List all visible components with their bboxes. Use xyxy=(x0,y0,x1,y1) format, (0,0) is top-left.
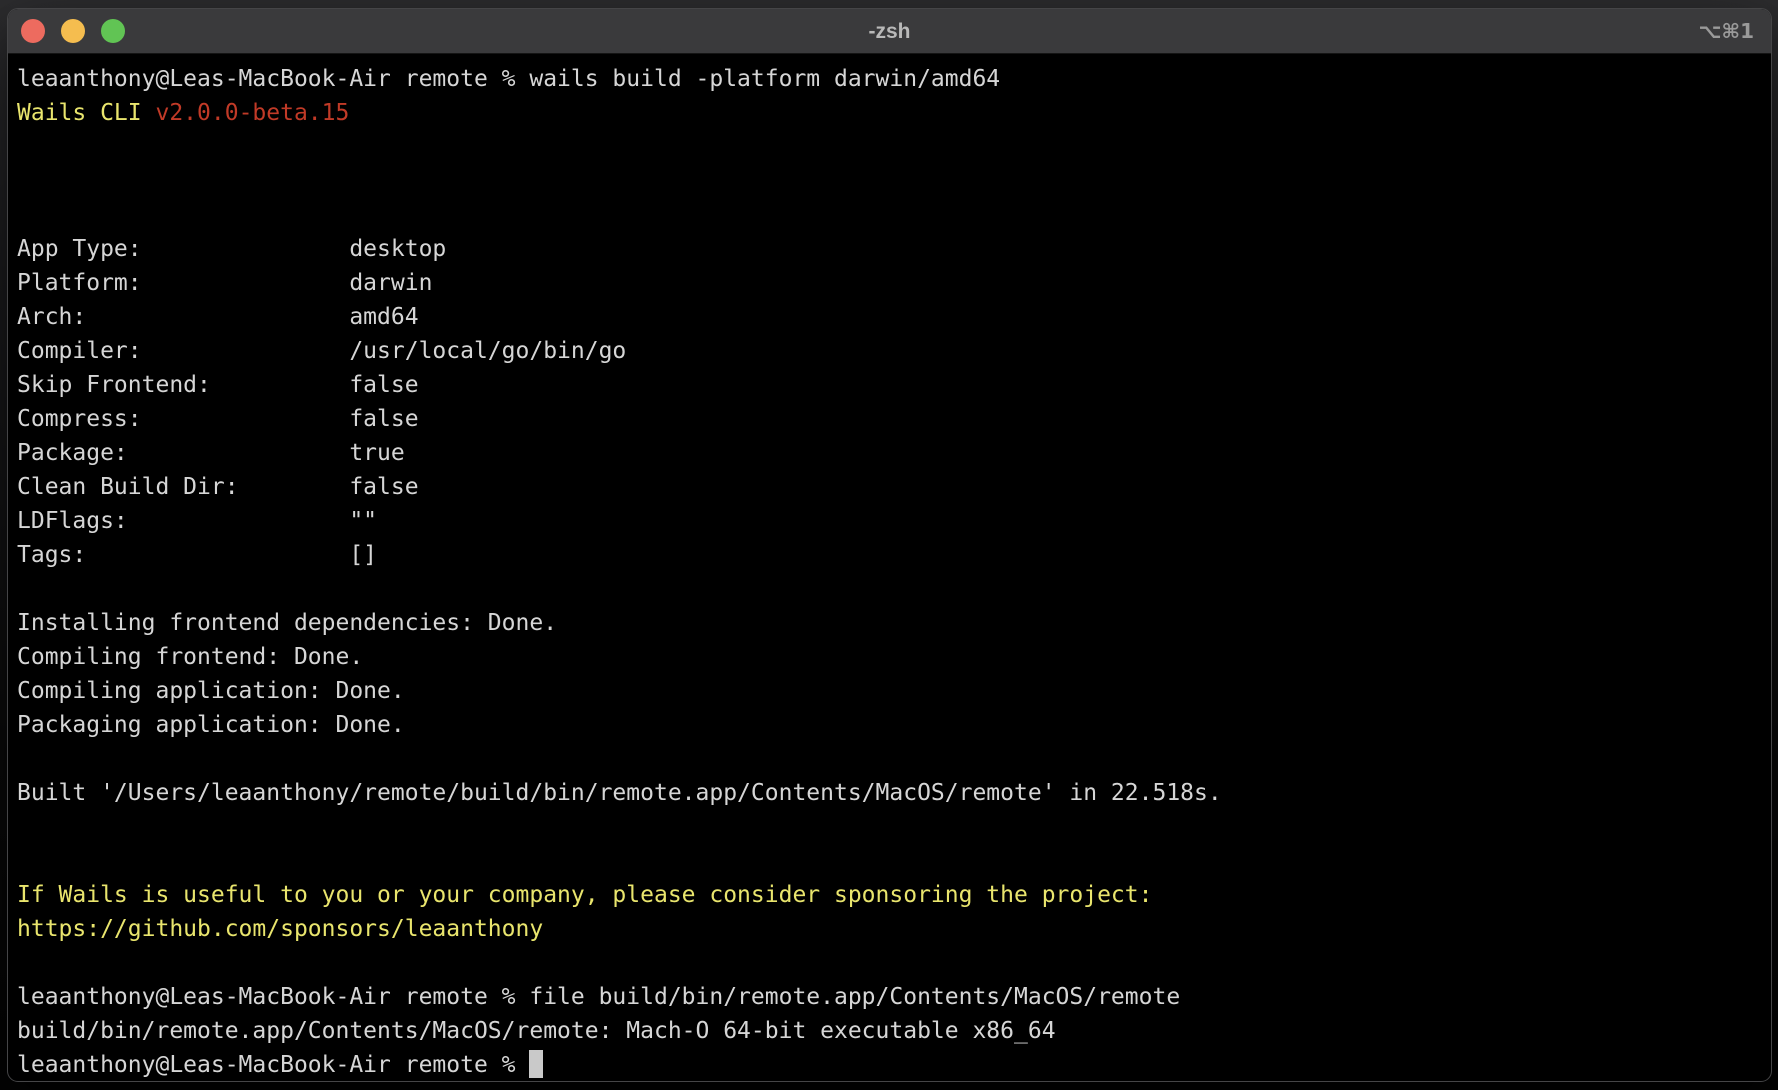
window-shortcut-badge: ⌥⌘1 xyxy=(1698,9,1754,54)
terminal-line: LDFlags: "" xyxy=(17,504,1761,538)
terminal-line: Installing frontend dependencies: Done. xyxy=(17,606,1761,640)
terminal-text-segment: Tags: [] xyxy=(17,542,377,568)
traffic-lights xyxy=(21,19,125,43)
terminal-line: Compress: false xyxy=(17,402,1761,436)
terminal-line: Compiling application: Done. xyxy=(17,674,1761,708)
terminal-text-segment: Package: true xyxy=(17,440,405,466)
terminal-line: Arch: amd64 xyxy=(17,300,1761,334)
terminal-line: Packaging application: Done. xyxy=(17,708,1761,742)
terminal-line: leaanthony@Leas-MacBook-Air remote % fil… xyxy=(17,980,1761,1014)
terminal-text-segment: leaanthony@Leas-MacBook-Air remote % wai… xyxy=(17,66,1000,92)
terminal-line xyxy=(17,572,1761,606)
terminal-text-segment: Wails CLI xyxy=(17,100,155,126)
terminal-text-segment: Skip Frontend: false xyxy=(17,372,419,398)
terminal-line: Platform: darwin xyxy=(17,266,1761,300)
terminal-line: App Type: desktop xyxy=(17,232,1761,266)
terminal-text-segment: Packaging application: Done. xyxy=(17,712,405,738)
terminal-text-segment: Clean Build Dir: false xyxy=(17,474,419,500)
terminal-text-segment: Platform: darwin xyxy=(17,270,432,296)
terminal-line: Wails CLI v2.0.0-beta.15 xyxy=(17,96,1761,130)
terminal-window: -zsh ⌥⌘1 leaanthony@Leas-MacBook-Air rem… xyxy=(7,8,1772,1082)
window-title: -zsh xyxy=(8,9,1771,54)
terminal-text-segment: build/bin/remote.app/Contents/MacOS/remo… xyxy=(17,1018,1056,1044)
terminal-text-segment: v2.0.0-beta.15 xyxy=(155,100,349,126)
terminal-text-segment: Arch: amd64 xyxy=(17,304,419,330)
terminal-line: build/bin/remote.app/Contents/MacOS/remo… xyxy=(17,1014,1761,1048)
terminal-text-segment: Installing frontend dependencies: Done. xyxy=(17,610,557,636)
terminal-line: Compiler: /usr/local/go/bin/go xyxy=(17,334,1761,368)
terminal-line: Built '/Users/leaanthony/remote/build/bi… xyxy=(17,776,1761,810)
terminal-line: Clean Build Dir: false xyxy=(17,470,1761,504)
terminal-cursor xyxy=(529,1050,543,1078)
terminal-line: Compiling frontend: Done. xyxy=(17,640,1761,674)
terminal-text-segment: Compiler: /usr/local/go/bin/go xyxy=(17,338,626,364)
terminal-line xyxy=(17,810,1761,844)
terminal-line: https://github.com/sponsors/leaanthony xyxy=(17,912,1761,946)
terminal-line xyxy=(17,130,1761,164)
terminal-text-segment: App Type: desktop xyxy=(17,236,446,262)
terminal-line: Skip Frontend: false xyxy=(17,368,1761,402)
terminal-line xyxy=(17,742,1761,776)
terminal-text-segment: Built '/Users/leaanthony/remote/build/bi… xyxy=(17,780,1222,806)
close-button[interactable] xyxy=(21,19,45,43)
minimize-button[interactable] xyxy=(61,19,85,43)
terminal-line: If Wails is useful to you or your compan… xyxy=(17,878,1761,912)
terminal-output[interactable]: leaanthony@Leas-MacBook-Air remote % wai… xyxy=(8,54,1771,1082)
terminal-line xyxy=(17,946,1761,980)
terminal-text-segment: If Wails is useful to you or your compan… xyxy=(17,882,1152,908)
terminal-text-segment: Compiling application: Done. xyxy=(17,678,405,704)
terminal-line xyxy=(17,164,1761,198)
terminal-text-segment: LDFlags: "" xyxy=(17,508,377,534)
zoom-button[interactable] xyxy=(101,19,125,43)
terminal-line xyxy=(17,198,1761,232)
titlebar[interactable]: -zsh ⌥⌘1 xyxy=(8,9,1771,54)
terminal-text-segment: leaanthony@Leas-MacBook-Air remote % fil… xyxy=(17,984,1180,1010)
terminal-text-segment: Compiling frontend: Done. xyxy=(17,644,363,670)
terminal-line xyxy=(17,844,1761,878)
terminal-line: leaanthony@Leas-MacBook-Air remote % wai… xyxy=(17,62,1761,96)
terminal-text-segment: https://github.com/sponsors/leaanthony xyxy=(17,916,543,942)
terminal-line: Tags: [] xyxy=(17,538,1761,572)
terminal-text-segment: leaanthony@Leas-MacBook-Air remote % xyxy=(17,1052,529,1078)
terminal-line: Package: true xyxy=(17,436,1761,470)
terminal-text-segment: Compress: false xyxy=(17,406,419,432)
terminal-line: leaanthony@Leas-MacBook-Air remote % xyxy=(17,1048,1761,1082)
